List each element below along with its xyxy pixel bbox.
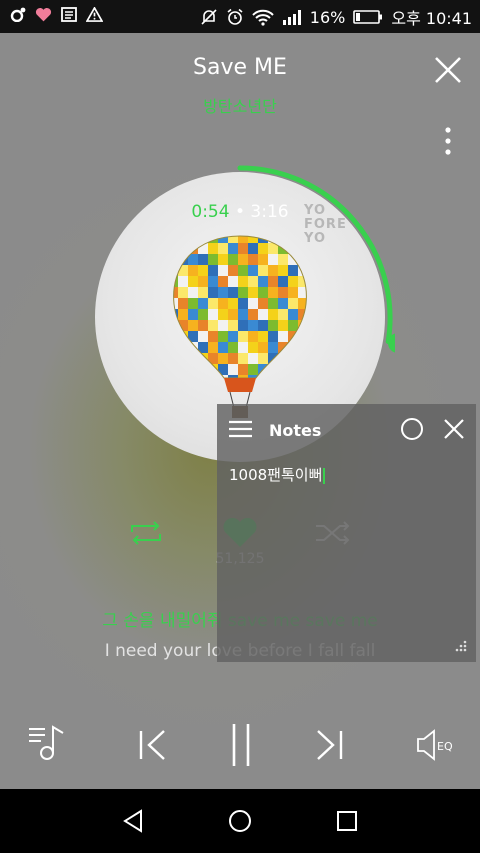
home-icon[interactable] [228,809,252,833]
battery-percent: 16% [309,7,346,27]
status-bar: 16% 오후 10:41 [0,0,480,33]
app-notification-icon [10,7,26,22]
song-title: Save ME [193,55,287,80]
more-options-icon[interactable] [438,125,458,159]
back-icon[interactable] [121,809,145,833]
svg-text:EQ: EQ [437,740,453,753]
warning-icon [86,6,103,22]
pause-icon[interactable] [229,722,253,768]
notes-close-icon[interactable] [443,418,465,440]
repeat-icon[interactable] [128,520,164,546]
minimize-circle-icon[interactable] [400,417,424,441]
playlist-icon[interactable] [27,724,67,762]
total-time: 3:16 [250,202,289,222]
time-separator: • [234,202,246,222]
clock: 오후 10:41 [391,9,472,28]
alarm-icon [227,8,243,25]
notes-window[interactable]: Notes 1008팬톡이뻐 [217,404,476,662]
mute-icon [201,9,217,25]
battery-icon [353,10,383,24]
wifi-icon [252,9,274,26]
artist-name[interactable]: 방탄소년단 [0,93,480,117]
heart-notification-icon [35,7,52,21]
equalizer-icon[interactable]: EQ [415,729,457,761]
menu-icon[interactable] [228,419,253,439]
close-player-button[interactable] [432,54,464,86]
text-cursor [323,467,326,484]
navigation-bar [0,789,480,853]
signal-icon [282,9,301,25]
notes-text-field[interactable]: 1008팬톡이뻐 [229,464,326,485]
message-icon [61,6,77,22]
current-time: 0:54 [191,202,230,222]
recent-apps-icon[interactable] [336,810,358,832]
notes-title: Notes [269,421,322,440]
next-track-icon[interactable] [313,728,345,762]
resize-handle-icon[interactable] [453,640,467,654]
time-display: 0:54 • 3:16 [0,202,480,222]
previous-track-icon[interactable] [137,728,169,762]
notes-text: 1008팬톡이뻐 [229,466,323,484]
